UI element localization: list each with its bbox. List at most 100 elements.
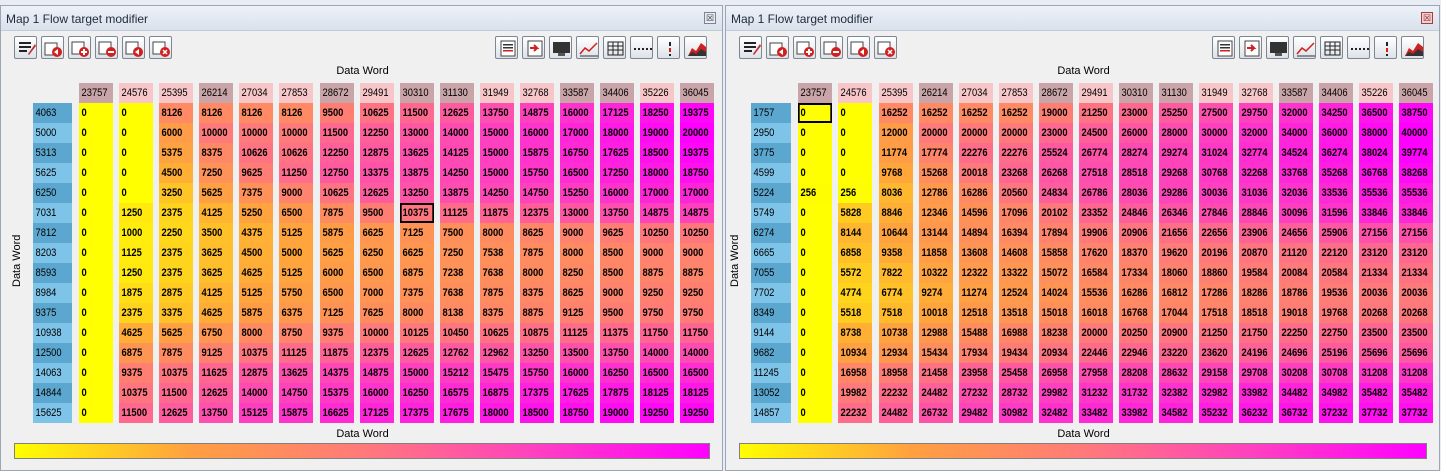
data-cell[interactable]: 11500: [319, 123, 354, 143]
data-cell[interactable]: 8625: [560, 283, 595, 303]
data-cell[interactable]: 24696: [1278, 343, 1313, 363]
data-cell[interactable]: 9768: [878, 163, 913, 183]
x-header-cell[interactable]: 28672: [1038, 83, 1073, 103]
data-cell[interactable]: 9000: [560, 223, 595, 243]
data-cell[interactable]: 4125: [199, 203, 234, 223]
data-cell[interactable]: 0: [79, 383, 114, 403]
y-header-cell[interactable]: 9144: [751, 323, 792, 343]
x-header-cell[interactable]: 26214: [918, 83, 953, 103]
data-cell[interactable]: 10875: [520, 323, 555, 343]
data-cell[interactable]: 0: [119, 123, 154, 143]
y-header-cell[interactable]: 6665: [751, 243, 792, 263]
y-header-cell[interactable]: 14857: [751, 403, 792, 423]
data-cell[interactable]: 8000: [560, 243, 595, 263]
data-cell[interactable]: 7875: [159, 343, 194, 363]
data-cell[interactable]: 5375: [159, 143, 194, 163]
data-cell[interactable]: 7375: [399, 283, 434, 303]
data-cell[interactable]: 20036: [1358, 283, 1393, 303]
data-cell[interactable]: 23500: [1398, 323, 1433, 343]
undo-button[interactable]: [41, 36, 64, 59]
x-header-cell[interactable]: 31949: [479, 83, 515, 103]
data-cell[interactable]: 28732: [998, 383, 1033, 403]
data-cell[interactable]: 8126: [159, 103, 194, 123]
data-cell[interactable]: 14875: [359, 363, 394, 383]
data-cell[interactable]: 0: [79, 403, 114, 423]
data-cell[interactable]: 10125: [399, 323, 434, 343]
data-cell[interactable]: 19250: [680, 403, 715, 423]
data-cell[interactable]: 0: [798, 323, 833, 343]
data-cell[interactable]: 40000: [1398, 123, 1433, 143]
data-cell[interactable]: 8000: [479, 223, 515, 243]
dashed-line-button[interactable]: [630, 36, 653, 59]
data-cell[interactable]: 15000: [479, 143, 515, 163]
data-cell[interactable]: 18750: [560, 403, 595, 423]
remove-button[interactable]: [95, 36, 118, 59]
data-cell[interactable]: 12625: [399, 343, 434, 363]
data-cell[interactable]: 9125: [560, 303, 595, 323]
data-cell[interactable]: 5875: [239, 303, 274, 323]
data-cell[interactable]: 24482: [918, 383, 953, 403]
y-header-cell[interactable]: 8349: [751, 303, 792, 323]
data-cell[interactable]: 10644: [878, 223, 913, 243]
data-cell[interactable]: 0: [798, 123, 833, 143]
data-cell[interactable]: 12750: [319, 163, 354, 183]
data-cell[interactable]: 33768: [1278, 163, 1313, 183]
data-cell[interactable]: 18500: [520, 403, 555, 423]
data-cell[interactable]: 16252: [918, 103, 953, 123]
data-cell[interactable]: 11625: [199, 363, 234, 383]
monitor-button[interactable]: [549, 36, 572, 59]
data-cell[interactable]: 0: [79, 303, 114, 323]
data-cell[interactable]: 12625: [359, 183, 394, 203]
data-cell[interactable]: 20906: [1118, 223, 1153, 243]
data-cell[interactable]: 16018: [1078, 303, 1113, 323]
data-cell[interactable]: 23120: [1398, 243, 1433, 263]
x-header-cell[interactable]: 36045: [1398, 83, 1433, 103]
data-cell[interactable]: 16252: [878, 103, 913, 123]
x-header-cell[interactable]: 26214: [199, 83, 234, 103]
data-cell[interactable]: 20036: [1398, 283, 1433, 303]
data-cell[interactable]: 0: [838, 123, 873, 143]
x-header-cell[interactable]: 30310: [399, 83, 434, 103]
data-cell[interactable]: 9500: [359, 203, 394, 223]
data-cell[interactable]: 20268: [1358, 303, 1393, 323]
data-cell[interactable]: 14750: [279, 383, 314, 403]
data-cell[interactable]: 13750: [479, 103, 515, 123]
x-header-cell[interactable]: 27853: [998, 83, 1033, 103]
data-cell[interactable]: 34250: [1318, 103, 1353, 123]
data-cell[interactable]: 5828: [838, 203, 873, 223]
data-cell[interactable]: 31036: [1238, 183, 1273, 203]
data-cell[interactable]: 22750: [1318, 323, 1353, 343]
data-cell[interactable]: 8846: [878, 203, 913, 223]
data-cell[interactable]: 2375: [159, 203, 194, 223]
data-cell[interactable]: 17000: [640, 183, 675, 203]
data-cell[interactable]: 13000: [560, 203, 595, 223]
area-chart-button[interactable]: [684, 36, 707, 59]
data-cell[interactable]: 0: [79, 323, 114, 343]
vertical-bar-button[interactable]: [657, 36, 680, 59]
paste-button[interactable]: [495, 36, 518, 59]
clear-button[interactable]: [874, 36, 897, 59]
data-cell[interactable]: 7538: [479, 243, 515, 263]
data-cell[interactable]: 22120: [1318, 243, 1353, 263]
data-cell[interactable]: 5000: [279, 243, 314, 263]
data-cell[interactable]: 23120: [1358, 243, 1393, 263]
data-cell[interactable]: 19000: [1038, 103, 1073, 123]
data-cell[interactable]: 0: [798, 343, 833, 363]
data-cell[interactable]: 8875: [640, 263, 675, 283]
data-cell[interactable]: 39774: [1398, 143, 1433, 163]
data-cell[interactable]: 0: [79, 263, 114, 283]
data-cell[interactable]: 5625: [319, 243, 354, 263]
data-cell[interactable]: 8738: [838, 323, 873, 343]
data-cell[interactable]: 8000: [399, 303, 434, 323]
x-header-cell[interactable]: 35226: [1358, 83, 1393, 103]
data-cell[interactable]: 12988: [918, 323, 953, 343]
data-cell[interactable]: 16286: [958, 183, 993, 203]
data-cell[interactable]: 20000: [998, 123, 1033, 143]
x-header-cell[interactable]: 25395: [159, 83, 194, 103]
data-cell[interactable]: 4500: [239, 243, 274, 263]
data-cell[interactable]: 14875: [680, 203, 715, 223]
data-cell[interactable]: 0: [79, 103, 114, 123]
data-cell[interactable]: 8750: [279, 323, 314, 343]
data-cell[interactable]: 30000: [1198, 123, 1233, 143]
data-cell[interactable]: 14250: [439, 163, 474, 183]
